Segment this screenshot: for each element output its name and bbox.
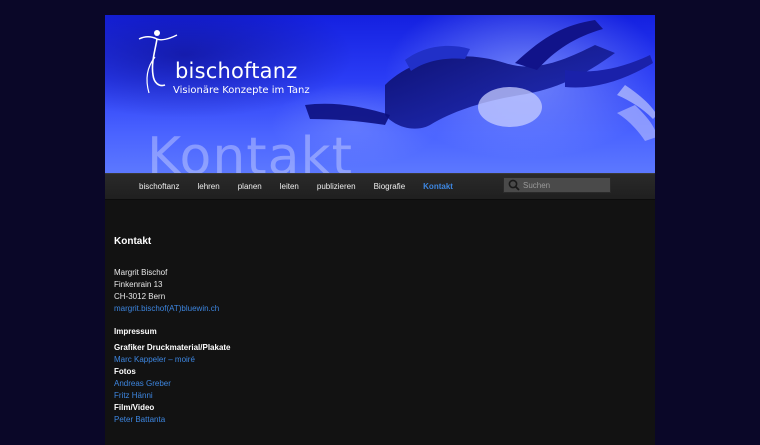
credits-list: Grafiker Druckmaterial/Plakate Marc Kappe… — [114, 342, 434, 426]
credit-label: Grafiker Druckmaterial/Plakate — [114, 343, 231, 352]
credit-row: Grafiker Druckmaterial/Plakate — [114, 342, 434, 354]
credit-row: Andreas Greber — [114, 378, 434, 390]
impressum-heading: Impressum — [114, 327, 157, 336]
main-navigation: bischoftanz lehren planen leiten publizieren… — [105, 173, 655, 200]
contact-name: Margrit Bischof — [114, 268, 168, 277]
nav-items: bischoftanz lehren planen leiten publizieren… — [139, 174, 471, 199]
site-logo[interactable]: bischoftanz Visionäre Konzepte im Tanz — [135, 27, 310, 97]
nav-item-biografie[interactable]: Biografie — [374, 182, 406, 191]
contact-street: Finkenrain 13 — [114, 280, 163, 289]
credit-link[interactable]: Peter Battanta — [114, 415, 165, 424]
search-input[interactable] — [521, 180, 607, 190]
credit-link[interactable]: Fritz Hänni — [114, 391, 153, 400]
nav-item-lehren[interactable]: lehren — [197, 182, 219, 191]
credit-row: Marc Kappeler – moiré — [114, 354, 434, 366]
contact-section: Kontakt Margrit Bischof Finkenrain 13 CH… — [114, 236, 434, 426]
credit-row: Fritz Hänni — [114, 390, 434, 402]
search-icon — [508, 179, 520, 191]
nav-item-planen[interactable]: planen — [238, 182, 262, 191]
contact-email-link[interactable]: margrit.bischof(AT)bluewin.ch — [114, 304, 219, 313]
credit-label: Fotos — [114, 367, 136, 376]
credit-row: Film/Video — [114, 402, 434, 414]
address-block: Margrit Bischof Finkenrain 13 CH-3012 Be… — [114, 267, 434, 315]
nav-item-leiten[interactable]: leiten — [280, 182, 299, 191]
content-title: Kontakt — [114, 236, 152, 247]
logo-tagline: Visionäre Konzepte im Tanz — [173, 85, 310, 96]
nav-item-bischoftanz[interactable]: bischoftanz — [139, 182, 179, 191]
nav-item-kontakt[interactable]: Kontakt — [423, 182, 453, 191]
credit-label: Film/Video — [114, 403, 155, 412]
contact-city: CH-3012 Bern — [114, 292, 166, 301]
credit-link[interactable]: Marc Kappeler – moiré — [114, 355, 195, 364]
credit-row: Fotos — [114, 366, 434, 378]
page-title-watermark: Kontakt — [147, 127, 354, 173]
nav-item-publizieren[interactable]: publizieren — [317, 182, 356, 191]
header-banner: bischoftanz Visionäre Konzepte im Tanz K… — [105, 15, 655, 173]
search-box[interactable] — [503, 177, 611, 193]
logo-text: bischoftanz — [175, 59, 298, 83]
credit-link[interactable]: Andreas Greber — [114, 379, 171, 388]
credit-row: Peter Battanta — [114, 414, 434, 426]
